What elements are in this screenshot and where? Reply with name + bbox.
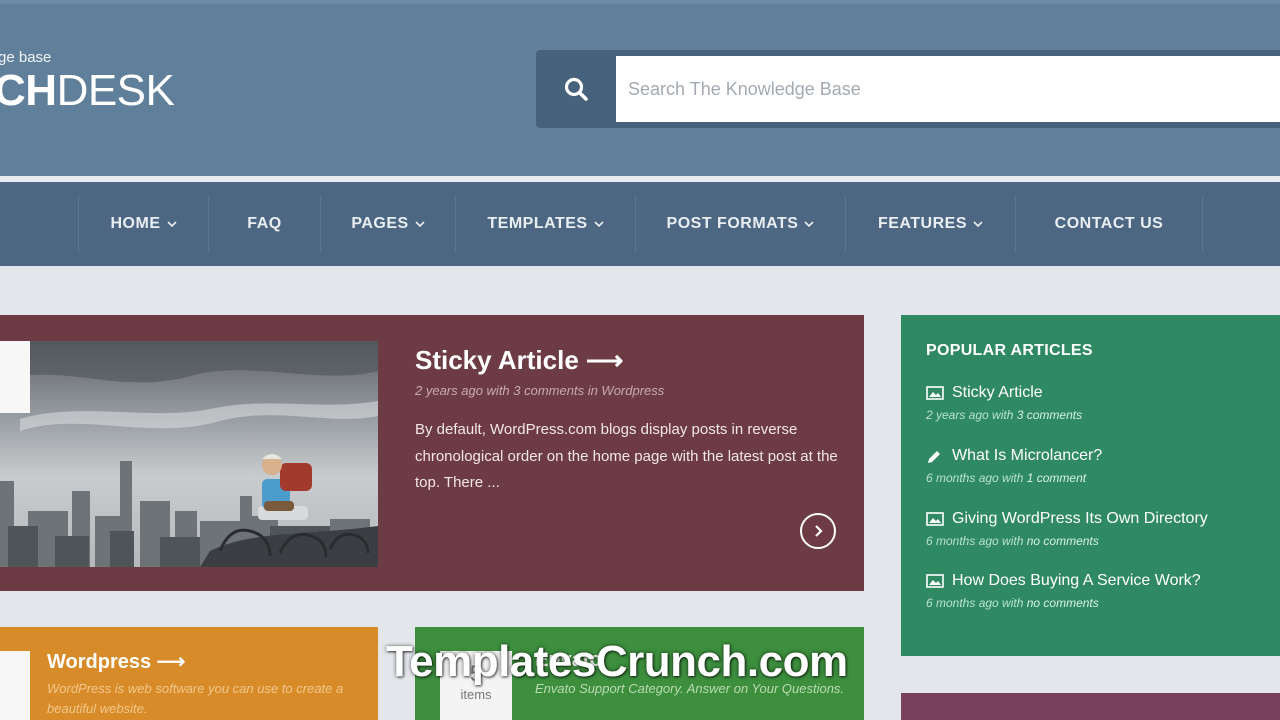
nav-item-home[interactable]: HOME	[78, 195, 208, 253]
popular-article-meta: 6 months ago with no comments	[926, 534, 1276, 548]
sidebar-widget-next	[901, 693, 1280, 720]
search-bar	[536, 50, 1280, 128]
read-more-button[interactable]	[800, 513, 836, 549]
popular-article-link[interactable]: Giving WordPress Its Own Directory	[926, 510, 1276, 528]
nav-item-contact-us[interactable]: CONTACT US	[1015, 195, 1203, 253]
meta-comments[interactable]: 3 comments	[1017, 408, 1082, 422]
site-tagline: ge base	[0, 49, 52, 66]
nav-item-features[interactable]: FEATURES	[845, 195, 1015, 253]
chevron-down-icon	[973, 220, 983, 228]
meta-prefix: 6 months ago with	[926, 471, 1027, 485]
header-top-line	[0, 0, 1280, 4]
search-icon	[564, 77, 588, 101]
popular-article-title: Sticky Article	[952, 384, 1043, 401]
nav-item-label: PAGES	[351, 215, 409, 232]
meta-prefix: 6 months ago with	[926, 534, 1027, 548]
nav-item-label: FEATURES	[877, 215, 968, 232]
nav-item-label: FAQ	[247, 215, 282, 232]
category-title[interactable]: Wordpress ⟶	[47, 649, 185, 674]
sticky-article-meta: 2 years ago with 3 comments in Wordpress	[415, 383, 665, 398]
chevron-down-icon	[166, 220, 177, 228]
nav-item-faq[interactable]: FAQ	[208, 195, 320, 253]
nav-item-label: POST FORMATS	[666, 215, 799, 232]
popular-article-link[interactable]: How Does Buying A Service Work?	[926, 572, 1276, 590]
site-header: ge base CHDESK	[0, 0, 1280, 176]
sticky-article-image[interactable]	[0, 341, 378, 567]
search-input[interactable]	[616, 56, 1280, 122]
chevron-down-icon	[415, 220, 425, 228]
popular-articles-widget: POPULAR ARTICLES Sticky Article 2 years …	[901, 315, 1280, 656]
popular-article-link[interactable]: What Is Microlancer?	[926, 447, 1276, 465]
popular-article-title: What Is Microlancer?	[952, 447, 1103, 464]
category-count-label: items	[460, 687, 492, 702]
search-button[interactable]	[536, 50, 616, 128]
chevron-down-icon	[594, 220, 604, 228]
list-item: Sticky Article 2 years ago with 3 commen…	[926, 384, 1276, 422]
image-icon	[926, 386, 944, 400]
main-nav: HOME FAQ PAGES TEMPLATES POST FORMATS FE…	[0, 182, 1280, 266]
chevron-down-icon	[804, 220, 815, 228]
logo-bold-part: CH	[0, 66, 57, 115]
nav-item-label: HOME	[110, 215, 161, 232]
site-logo[interactable]: CHDESK	[0, 66, 175, 115]
list-item: How Does Buying A Service Work? 6 months…	[926, 572, 1276, 610]
nav-item-templates[interactable]: TEMPLATES	[455, 195, 635, 253]
meta-prefix: 6 months ago with	[926, 596, 1027, 610]
logo-light-part: DESK	[56, 66, 175, 115]
sticky-article-card: Sticky Article ⟶ 2 years ago with 3 comm…	[0, 315, 864, 591]
chevron-right-icon	[815, 525, 823, 537]
sticky-article-title[interactable]: Sticky Article ⟶	[415, 345, 623, 376]
nav-item-label: CONTACT US	[1054, 215, 1164, 232]
category-description: WordPress is web software you can use to…	[47, 681, 344, 716]
popular-articles-title: POPULAR ARTICLES	[926, 342, 1093, 359]
watermark: TemplatesCrunch.com	[386, 637, 848, 686]
meta-comments[interactable]: no comments	[1027, 596, 1099, 610]
image-icon	[926, 574, 944, 588]
popular-article-meta: 6 months ago with 1 comment	[926, 471, 1276, 485]
nav-item-pages[interactable]: PAGES	[320, 195, 455, 253]
category-card-wordpress: Wordpress ⟶ WordPress is web software yo…	[0, 627, 378, 720]
image-icon	[926, 512, 944, 526]
category-badge	[0, 341, 30, 413]
meta-comments[interactable]: no comments	[1027, 534, 1099, 548]
popular-article-title: Giving WordPress Its Own Directory	[952, 510, 1208, 527]
popular-article-link[interactable]: Sticky Article	[926, 384, 1276, 402]
nav-item-label: TEMPLATES	[487, 215, 588, 232]
sticky-article-excerpt: By default, WordPress.com blogs display …	[415, 421, 838, 491]
list-item: What Is Microlancer? 6 months ago with 1…	[926, 447, 1276, 485]
nav-menu: HOME FAQ PAGES TEMPLATES POST FORMATS FE…	[78, 195, 1203, 253]
pencil-icon	[926, 449, 944, 463]
meta-comments[interactable]: 1 comment	[1027, 471, 1086, 485]
popular-article-title: How Does Buying A Service Work?	[952, 572, 1201, 589]
popular-article-meta: 2 years ago with 3 comments	[926, 408, 1276, 422]
category-count-badge	[0, 651, 30, 720]
nav-item-post-formats[interactable]: POST FORMATS	[635, 195, 845, 253]
popular-article-meta: 6 months ago with no comments	[926, 596, 1276, 610]
meta-prefix: 2 years ago with	[926, 408, 1017, 422]
list-item: Giving WordPress Its Own Directory 6 mon…	[926, 510, 1276, 548]
